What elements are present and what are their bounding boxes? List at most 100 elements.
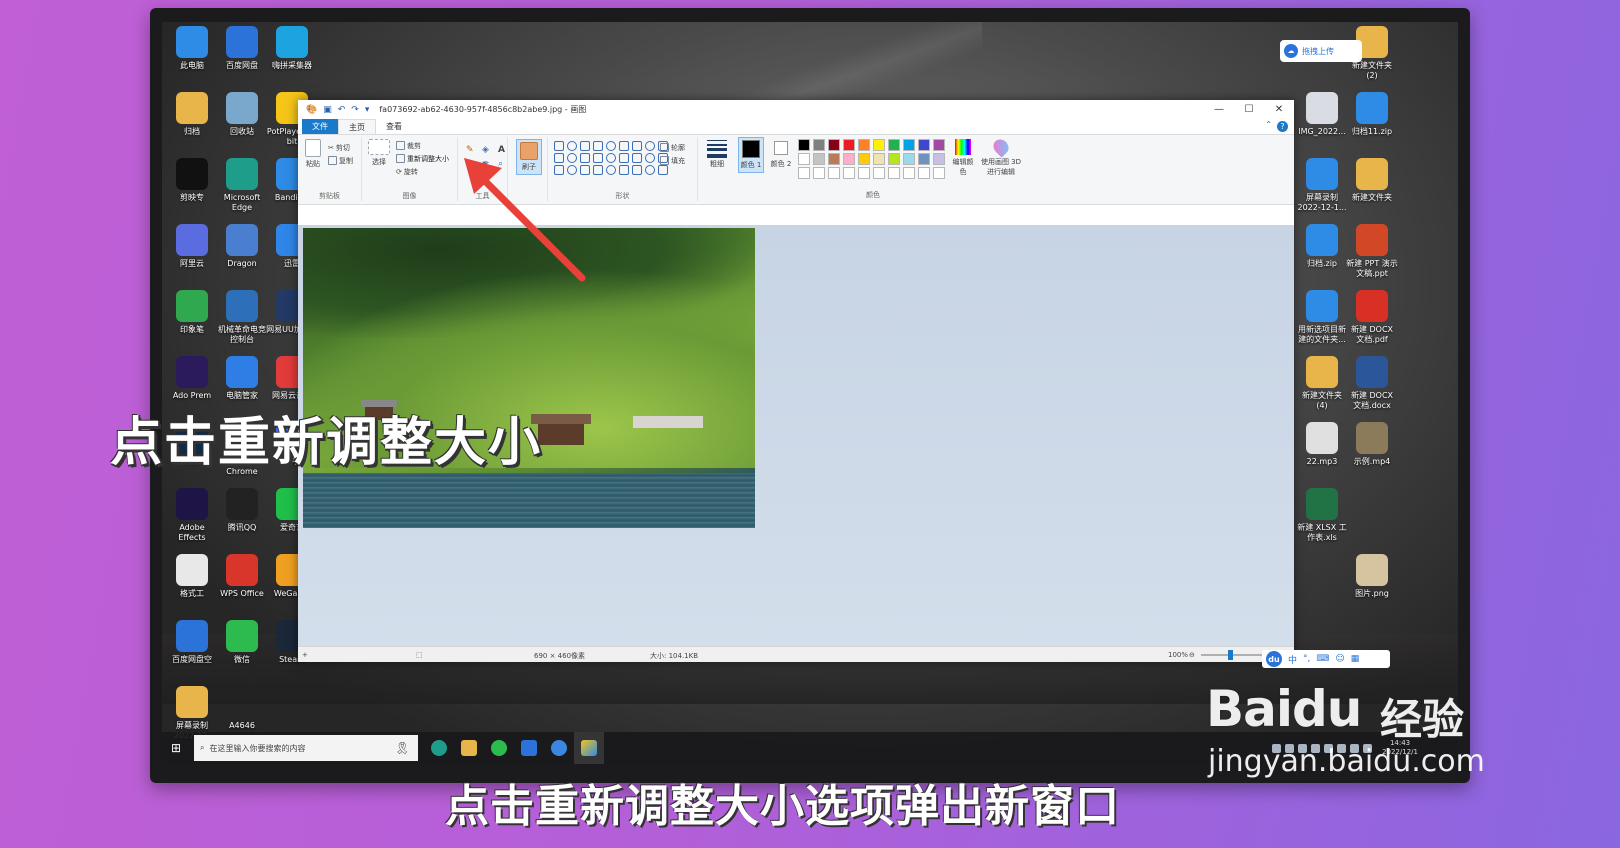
color-swatch[interactable] bbox=[798, 153, 810, 165]
redo-icon[interactable]: ↷ bbox=[351, 105, 359, 115]
shape-option[interactable] bbox=[567, 141, 577, 151]
color-swatch[interactable] bbox=[933, 139, 945, 151]
desktop-icon[interactable]: 归档11.zip bbox=[1346, 92, 1398, 137]
taskbar-netdisk[interactable] bbox=[514, 732, 544, 764]
color-swatch[interactable] bbox=[903, 167, 915, 179]
size-button[interactable]: 粗细 bbox=[704, 139, 730, 169]
desktop-icon[interactable]: 印象笔 bbox=[166, 290, 218, 335]
shape-option[interactable] bbox=[645, 165, 655, 175]
shape-option[interactable] bbox=[632, 141, 642, 151]
color-swatch[interactable] bbox=[918, 167, 930, 179]
desktop-icon[interactable]: 用新选项目新建的文件夹... bbox=[1296, 290, 1348, 345]
desktop-icon[interactable]: 22.mp3 bbox=[1296, 422, 1348, 467]
desktop-icon[interactable]: 新建 DOCX 文档.pdf bbox=[1346, 290, 1398, 345]
customize-qa-icon[interactable]: ▾ bbox=[365, 105, 370, 115]
desktop-icon[interactable]: IMG_2022... bbox=[1296, 92, 1348, 137]
close-button[interactable]: ✕ bbox=[1264, 100, 1294, 119]
color-swatch[interactable] bbox=[843, 167, 855, 179]
start-button[interactable]: ⊞ bbox=[162, 741, 190, 755]
desktop-icon[interactable]: 机械革命电竞控制台 bbox=[216, 290, 268, 345]
color-swatch[interactable] bbox=[858, 139, 870, 151]
keyboard-icon[interactable]: ⌨ bbox=[1316, 654, 1329, 664]
color-swatch[interactable] bbox=[918, 153, 930, 165]
outline-button[interactable]: 轮廓 bbox=[660, 141, 685, 154]
grid-icon[interactable]: ▦ bbox=[1351, 654, 1360, 664]
select-button[interactable]: 选择 bbox=[368, 139, 390, 167]
zoom-slider[interactable] bbox=[1201, 654, 1267, 656]
shape-option[interactable] bbox=[645, 141, 655, 151]
color-swatch[interactable] bbox=[843, 139, 855, 151]
shape-option[interactable] bbox=[619, 141, 629, 151]
color-swatch[interactable] bbox=[798, 139, 810, 151]
taskbar-paint[interactable] bbox=[574, 732, 604, 764]
color-swatch[interactable] bbox=[873, 153, 885, 165]
color1-button[interactable]: 颜色 1 bbox=[738, 137, 764, 173]
shape-option[interactable] bbox=[606, 141, 616, 151]
rotate-button[interactable]: ⟳ 旋转 bbox=[396, 165, 449, 178]
desktop-icon[interactable]: 屏幕录制 2022-12-1... bbox=[1296, 158, 1348, 213]
user-icon[interactable]: ☺ bbox=[1335, 654, 1344, 664]
ime-mode[interactable]: 中 bbox=[1288, 653, 1297, 666]
taskbar-search[interactable]: ⌕ 在这里输入你要搜索的内容 🎗 bbox=[194, 735, 418, 761]
desktop-icon[interactable]: WPS Office bbox=[216, 554, 268, 599]
ime-toolbar[interactable]: du 中 °, ⌨ ☺ ▦ bbox=[1262, 650, 1390, 668]
color-swatch[interactable] bbox=[858, 153, 870, 165]
shape-option[interactable] bbox=[632, 165, 642, 175]
color-swatch[interactable] bbox=[888, 139, 900, 151]
desktop-icon[interactable]: A4646 bbox=[216, 686, 268, 731]
desktop-icon[interactable]: 图片.png bbox=[1346, 554, 1398, 599]
color-swatch[interactable] bbox=[828, 167, 840, 179]
desktop-icon[interactable]: 微信 bbox=[216, 620, 268, 665]
color-swatch[interactable] bbox=[918, 139, 930, 151]
crop-button[interactable]: 裁剪 bbox=[396, 139, 449, 152]
color-swatch[interactable] bbox=[798, 167, 810, 179]
desktop-icon[interactable]: 新建文件夹 bbox=[1346, 158, 1398, 203]
color-swatch[interactable] bbox=[933, 167, 945, 179]
desktop-icon[interactable]: 阿里云 bbox=[166, 224, 218, 269]
tab-view[interactable]: 查看 bbox=[376, 119, 412, 134]
zoom-out-icon[interactable]: ⊖ bbox=[1189, 651, 1195, 659]
desktop-icon[interactable]: 电脑管家 bbox=[216, 356, 268, 401]
taskbar-edge[interactable] bbox=[424, 732, 454, 764]
color-swatch[interactable] bbox=[813, 153, 825, 165]
save-icon[interactable]: ▣ bbox=[323, 105, 332, 115]
desktop-icon[interactable]: 回收站 bbox=[216, 92, 268, 137]
fill-button[interactable]: 填充 bbox=[660, 154, 685, 167]
help-icon[interactable]: ? bbox=[1277, 121, 1288, 132]
desktop-icon[interactable]: 百度网盘空 bbox=[166, 620, 218, 665]
desktop-icon[interactable]: Adobe Effects bbox=[166, 488, 218, 543]
desktop-icon[interactable]: 百度网盘 bbox=[216, 26, 268, 71]
cut-button[interactable]: ✂ 剪切 bbox=[328, 141, 353, 154]
desktop-icon[interactable]: 腾讯QQ bbox=[216, 488, 268, 533]
color-swatch[interactable] bbox=[843, 153, 855, 165]
collapse-ribbon-icon[interactable]: ⌃ bbox=[1265, 120, 1272, 129]
color-swatch[interactable] bbox=[813, 139, 825, 151]
tab-home[interactable]: 主页 bbox=[338, 119, 376, 134]
undo-icon[interactable]: ↶ bbox=[338, 105, 346, 115]
desktop-icon[interactable]: 归档 bbox=[166, 92, 218, 137]
color-swatch[interactable] bbox=[858, 167, 870, 179]
desktop-icon[interactable]: Ado Prem bbox=[166, 356, 218, 401]
desktop-icon[interactable]: 新建文件夹 (4) bbox=[1296, 356, 1348, 411]
maximize-button[interactable]: ☐ bbox=[1234, 100, 1264, 119]
color-swatch[interactable] bbox=[903, 139, 915, 151]
desktop-icon[interactable]: 嗨拼采集器 bbox=[266, 26, 318, 71]
desktop-icon[interactable]: 新建 XLSX 工作表.xls bbox=[1296, 488, 1348, 543]
copy-button[interactable]: 复制 bbox=[328, 154, 353, 167]
minimize-button[interactable]: — bbox=[1204, 100, 1234, 119]
shape-option[interactable] bbox=[632, 153, 642, 163]
color-swatch[interactable] bbox=[813, 167, 825, 179]
color-swatch[interactable] bbox=[828, 153, 840, 165]
desktop-icon[interactable]: Dragon bbox=[216, 224, 268, 269]
color-swatch[interactable] bbox=[888, 167, 900, 179]
shape-option[interactable] bbox=[554, 141, 564, 151]
paint3d-button[interactable]: 使用画图 3D 进行编辑 bbox=[978, 136, 1024, 177]
color-swatch[interactable] bbox=[903, 153, 915, 165]
taskbar-app-blue[interactable] bbox=[544, 732, 574, 764]
resize-button[interactable]: 重新调整大小 bbox=[396, 152, 449, 165]
desktop-icon[interactable]: 此电脑 bbox=[166, 26, 218, 71]
color2-button[interactable]: 颜色 2 bbox=[768, 139, 794, 169]
tab-file[interactable]: 文件 bbox=[302, 119, 338, 134]
zoom-slider-thumb[interactable] bbox=[1228, 650, 1233, 660]
shape-option[interactable] bbox=[580, 141, 590, 151]
